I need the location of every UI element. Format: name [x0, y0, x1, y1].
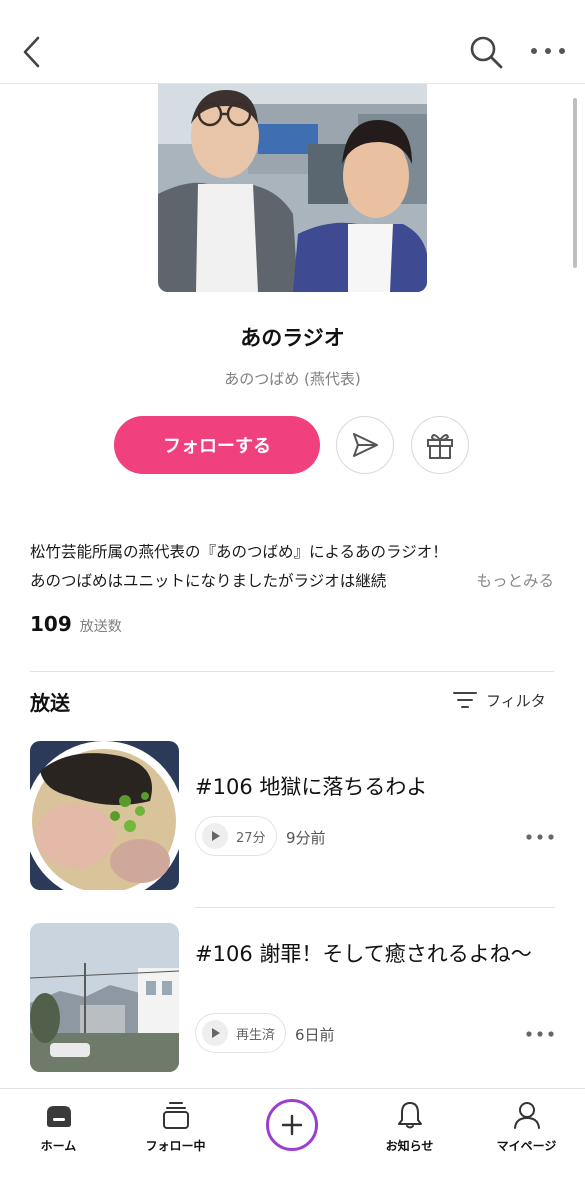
episode-more-button[interactable] — [524, 1024, 556, 1044]
show-title: あのラジオ — [240, 326, 345, 350]
more-horizontal-icon — [526, 1031, 554, 1037]
stack-icon — [161, 1099, 191, 1131]
bell-icon — [395, 1099, 425, 1131]
episode-count: 109 放送数 — [30, 612, 122, 636]
episodes-section-title: 放送 — [30, 691, 70, 715]
back-button[interactable] — [14, 30, 54, 74]
play-icon — [202, 823, 228, 849]
episode-duration: 27分 — [236, 830, 266, 846]
bottom-tab-bar: ホーム フォロー中 お知らせ マイページ — [0, 1088, 585, 1200]
plus-icon — [281, 1114, 303, 1136]
search-icon — [470, 36, 503, 69]
episode-thumbnail — [30, 741, 179, 890]
send-icon — [353, 433, 378, 457]
description-line: 松竹芸能所属の燕代表の『あのつばめ』によるあのラジオ！ — [30, 543, 448, 561]
tab-label: お知らせ — [385, 1139, 434, 1153]
episode-count-unit: 放送数 — [79, 619, 122, 635]
episode-divider — [195, 907, 555, 908]
play-button[interactable]: 再生済 — [195, 1013, 287, 1053]
play-button[interactable]: 27分 — [195, 816, 277, 856]
tab-home[interactable]: ホーム — [0, 1089, 117, 1169]
tab-label: フォロー中 — [145, 1139, 206, 1153]
more-options-button[interactable] — [526, 36, 570, 66]
filter-label: フィルタ — [486, 691, 546, 710]
chevron-left-icon — [23, 36, 40, 68]
play-icon — [202, 1020, 228, 1046]
episode-published-ago: 9分前 — [286, 829, 326, 847]
episode-item[interactable]: #106 地獄に落ちるわよ 27分 9分前 — [30, 741, 555, 891]
tab-label: ホーム — [40, 1139, 77, 1153]
episode-thumbnail — [30, 923, 179, 1072]
user-icon — [512, 1099, 542, 1131]
episode-count-number: 109 — [30, 612, 72, 636]
read-more-link[interactable]: もっとみる — [476, 567, 554, 596]
tab-notifications[interactable]: お知らせ — [351, 1089, 468, 1169]
tab-following[interactable]: フォロー中 — [117, 1089, 234, 1169]
filter-button[interactable]: フィルタ — [452, 688, 546, 712]
tab-mypage[interactable]: マイページ — [468, 1089, 585, 1169]
filter-icon — [453, 692, 477, 708]
episode-item[interactable]: #106 謝罪！そして癒されるよね〜 再生済 6日前 — [30, 923, 555, 1073]
more-horizontal-icon — [531, 48, 565, 54]
scrollbar[interactable] — [573, 98, 577, 268]
search-button[interactable] — [466, 32, 506, 72]
show-author[interactable]: あのつばめ (燕代表) — [0, 368, 585, 389]
create-button[interactable] — [266, 1099, 318, 1151]
show-description: 松竹芸能所属の燕代表の『あのつばめ』によるあのラジオ！ あのつばめはユニットにな… — [30, 538, 560, 596]
home-icon — [44, 1099, 74, 1131]
gift-button[interactable] — [411, 416, 469, 474]
divider — [30, 671, 554, 672]
top-bar — [0, 0, 585, 84]
episode-title[interactable]: #106 謝罪！そして癒されるよね〜 — [195, 938, 555, 971]
follow-button[interactable]: フォローする — [114, 416, 320, 474]
gift-icon — [427, 434, 453, 459]
episode-more-button[interactable] — [524, 827, 556, 847]
episode-title[interactable]: #106 地獄に落ちるわよ — [195, 771, 555, 804]
tab-label: マイページ — [496, 1139, 557, 1153]
share-button[interactable] — [336, 416, 394, 474]
episode-played-status: 再生済 — [236, 1027, 276, 1043]
show-cover-image — [158, 84, 427, 292]
more-horizontal-icon — [526, 834, 554, 840]
episode-published-ago: 6日前 — [295, 1026, 335, 1044]
